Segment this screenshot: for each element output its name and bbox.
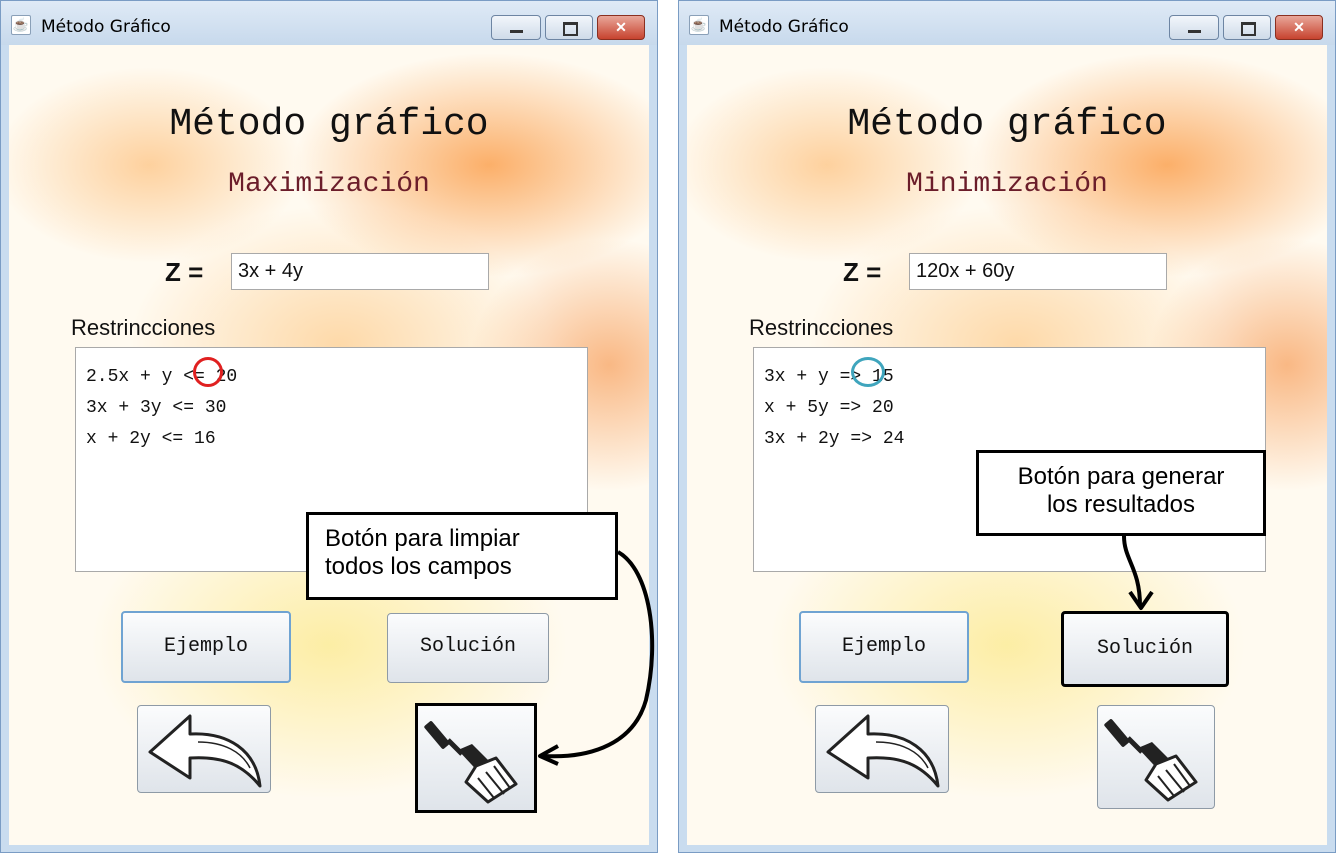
callout-arrows xyxy=(538,535,1154,766)
arrow-line-left xyxy=(543,550,655,759)
